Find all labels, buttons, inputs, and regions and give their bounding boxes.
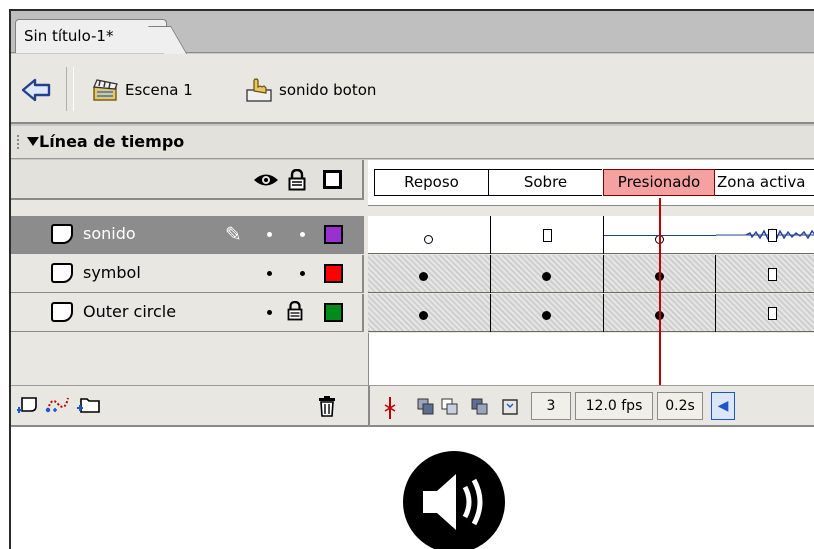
toolbar-divider	[368, 386, 370, 426]
button-symbol-icon	[246, 78, 272, 102]
back-arrow-icon	[21, 78, 51, 102]
frame-cell[interactable]	[716, 255, 814, 293]
layer-icon	[51, 302, 73, 322]
frame-row-sonido[interactable]	[368, 216, 814, 254]
current-frame-field: 3	[531, 392, 571, 420]
keyframe	[542, 272, 551, 281]
layer-icon	[51, 224, 73, 244]
timeline-body: Reposo Sobre Presionado Zona activa soni…	[11, 160, 814, 426]
keyframe	[419, 272, 428, 281]
flash-window: Sin título-1* Escena 1 sonido boton Líne…	[9, 9, 814, 549]
pencil-icon: ✎	[225, 222, 242, 246]
frame-cell[interactable]	[368, 294, 491, 332]
scene-clapper-icon	[93, 79, 118, 101]
frame-cell[interactable]	[716, 294, 814, 332]
back-button[interactable]	[17, 72, 57, 108]
frame-cell[interactable]	[491, 255, 604, 293]
frame-row-outer-circle[interactable]	[368, 294, 814, 332]
visibility-dot[interactable]	[267, 232, 272, 237]
insert-layer-icon[interactable]	[17, 394, 39, 414]
layer-row-outer-circle[interactable]: Outer circle	[11, 294, 364, 332]
frame-label-sobre[interactable]: Sobre	[488, 169, 602, 196]
document-tab[interactable]: Sin título-1*	[15, 19, 167, 53]
frame-cell[interactable]	[491, 216, 604, 254]
lock-icon[interactable]	[287, 300, 303, 325]
keyframe-end	[768, 229, 777, 242]
speaker-icon	[403, 451, 505, 549]
keyframe-end	[768, 268, 777, 281]
panel-grip[interactable]	[17, 135, 23, 149]
layer-row-symbol[interactable]: symbol	[11, 255, 364, 293]
document-tab-bar: Sin título-1*	[11, 11, 814, 53]
layer-header	[11, 160, 364, 200]
toolbar-separator	[66, 67, 74, 111]
frame-header: Reposo Sobre Presionado Zona activa	[368, 160, 814, 206]
layer-icon	[51, 263, 73, 283]
timeline-toolbar: 3 12.0 fps 0.2s ◀	[11, 385, 814, 426]
frame-cell[interactable]	[716, 216, 814, 254]
visibility-dot[interactable]	[267, 310, 272, 315]
sound-waveform	[716, 228, 814, 242]
frame-empty-area	[368, 333, 814, 385]
scene-breadcrumb[interactable]: Escena 1	[91, 76, 193, 104]
frame-cell[interactable]	[491, 294, 604, 332]
keyframe	[419, 311, 428, 320]
scene-label: Escena 1	[125, 81, 193, 99]
layer-name: symbol	[83, 263, 141, 282]
frame-cell[interactable]	[368, 216, 491, 254]
layer-color-swatch[interactable]	[324, 264, 343, 283]
center-frame-icon[interactable]	[377, 392, 403, 420]
lock-icon[interactable]	[288, 168, 306, 195]
lock-dot[interactable]	[300, 232, 305, 237]
symbol-breadcrumb[interactable]: sonido boton	[245, 76, 376, 104]
insert-folder-icon[interactable]	[77, 394, 101, 414]
eye-icon[interactable]	[253, 171, 279, 193]
timeline-panel-header[interactable]: Línea de tiempo	[11, 126, 814, 159]
layer-color-swatch[interactable]	[324, 225, 343, 244]
frame-cell[interactable]	[368, 255, 491, 293]
frame-row-symbol[interactable]	[368, 255, 814, 293]
onion-outline-icon[interactable]	[439, 392, 461, 420]
edit-bar: Escena 1 sonido boton	[11, 54, 814, 124]
keyframe-end	[768, 307, 777, 320]
edit-multiple-icon[interactable]	[469, 392, 491, 420]
frame-label-zona-activa[interactable]: Zona activa	[715, 169, 814, 196]
visibility-dot[interactable]	[267, 271, 272, 276]
stage[interactable]	[11, 425, 814, 549]
outline-icon[interactable]	[323, 170, 342, 189]
lock-dot[interactable]	[300, 271, 305, 276]
symbol-label: sonido boton	[279, 81, 377, 99]
layer-name: Outer circle	[83, 302, 177, 321]
scroll-left-button[interactable]: ◀	[711, 392, 735, 420]
layer-tools	[17, 394, 101, 414]
layer-color-swatch[interactable]	[324, 303, 343, 322]
motion-guide-icon[interactable]	[45, 394, 71, 414]
trash-icon[interactable]	[317, 395, 337, 421]
timeline-title: Línea de tiempo	[39, 132, 185, 151]
onion-skin-icon[interactable]	[415, 392, 437, 420]
empty-keyframe	[424, 235, 433, 244]
layer-row-sonido[interactable]: sonido ✎	[11, 216, 364, 254]
modify-markers-icon[interactable]	[499, 392, 521, 420]
elapsed-time-field: 0.2s	[657, 392, 703, 420]
collapse-arrow-icon[interactable]	[27, 137, 39, 146]
keyframe	[542, 311, 551, 320]
frame-label-presionado[interactable]: Presionado	[603, 169, 715, 196]
document-tab-label: Sin título-1*	[24, 27, 114, 45]
keyframe-end	[543, 229, 552, 242]
layer-name: sonido	[83, 224, 136, 243]
frame-rate-field[interactable]: 12.0 fps	[575, 392, 653, 420]
frame-label-reposo[interactable]: Reposo	[374, 169, 488, 196]
